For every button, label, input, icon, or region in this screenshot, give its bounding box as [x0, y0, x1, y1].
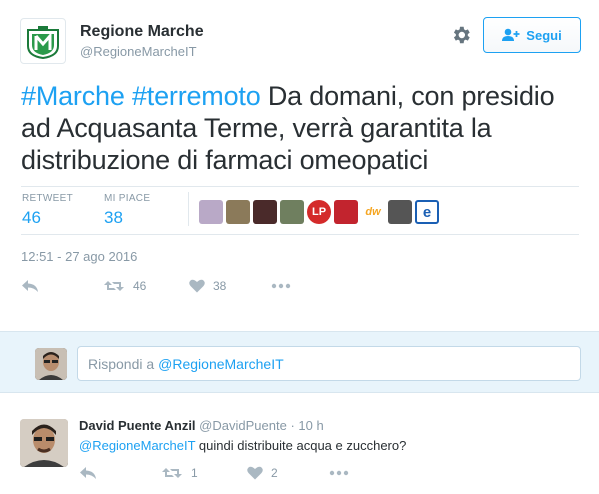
reply-tweet[interactable]: David Puente Anzil @DavidPuente · 10 h @…: [0, 403, 599, 494]
reply-like-count: 2: [271, 466, 278, 480]
reply-icon: [22, 280, 38, 292]
avatar-cat-icon[interactable]: [226, 200, 250, 224]
reply-time[interactable]: · 10 h: [290, 418, 323, 433]
avatar-logo-icon[interactable]: e: [415, 200, 439, 224]
retweet-action[interactable]: 46: [103, 279, 189, 293]
reply-reply-action[interactable]: [79, 466, 161, 480]
reply-more-action[interactable]: [329, 470, 349, 476]
like-stat-label: MI PIACE: [104, 193, 151, 204]
reply-author-name[interactable]: David Puente Anzil: [79, 418, 196, 433]
reply-action[interactable]: [21, 279, 103, 293]
reply-actions: 1 2: [79, 466, 349, 480]
tweet-card: Regione Marche @RegioneMarcheIT Segui #M…: [0, 0, 599, 330]
reply-prefix: Rispondi a: [88, 355, 155, 372]
author-handle[interactable]: @RegioneMarcheIT: [80, 44, 197, 59]
retweet-stat-value: 46: [22, 208, 41, 227]
current-user-avatar: [35, 348, 67, 380]
heart-icon: [189, 279, 205, 293]
add-user-icon: [502, 28, 520, 41]
stats-divider: [188, 192, 189, 226]
more-action[interactable]: [271, 283, 291, 289]
retweet-stat[interactable]: RETWEET 46: [22, 193, 73, 228]
avatar-photo-icon[interactable]: [199, 200, 223, 224]
hashtag-terremoto[interactable]: #terremoto: [132, 81, 261, 111]
liker-label: dw: [365, 206, 381, 218]
reply-icon: [80, 467, 96, 479]
reply-text-mention[interactable]: @RegioneMarcheIT: [79, 438, 195, 453]
like-stat-value: 38: [104, 208, 123, 227]
avatar-logo-icon[interactable]: dw: [361, 200, 385, 224]
retweet-count: 46: [133, 279, 147, 293]
avatar-logo-icon[interactable]: LP: [307, 200, 331, 224]
divider: [21, 234, 579, 235]
reply-text: @RegioneMarcheIT quindi distribuite acqu…: [79, 438, 406, 453]
more-icon: [329, 470, 349, 476]
follow-button[interactable]: Segui: [483, 17, 581, 53]
retweet-icon: [162, 468, 182, 478]
like-stat[interactable]: MI PIACE 38: [104, 193, 150, 228]
regione-marche-logo-icon: [27, 26, 59, 60]
heart-icon: [247, 466, 263, 480]
reply-mention: @RegioneMarcheIT: [158, 355, 284, 372]
follow-label: Segui: [526, 27, 562, 43]
reply-author-avatar[interactable]: [20, 419, 68, 467]
reply-input[interactable]: Rispondi a @RegioneMarcheIT: [77, 346, 581, 381]
avatar-photo-icon[interactable]: [253, 200, 277, 224]
tweet-text: #Marche #terremoto Da domani, con presid…: [21, 80, 581, 176]
like-action[interactable]: 38: [189, 279, 271, 293]
reply-retweet-action[interactable]: 1: [161, 466, 247, 480]
reply-retweet-count: 1: [191, 466, 198, 480]
hashtag-marche[interactable]: #Marche: [21, 81, 125, 111]
avatar-photo-icon[interactable]: [388, 200, 412, 224]
reply-header: David Puente Anzil @DavidPuente · 10 h: [79, 418, 324, 433]
author-name[interactable]: Regione Marche: [80, 23, 204, 41]
reply-author-handle[interactable]: @DavidPuente: [199, 418, 287, 433]
gear-icon[interactable]: [450, 24, 472, 46]
like-count: 38: [213, 279, 227, 293]
divider: [21, 186, 579, 187]
regione-marche-logo[interactable]: [20, 18, 66, 64]
reply-like-action[interactable]: 2: [247, 466, 329, 480]
avatar-photo-icon[interactable]: [334, 200, 358, 224]
avatar-photo-icon[interactable]: [280, 200, 304, 224]
reply-text-body: quindi distribuite acqua e zucchero?: [198, 438, 407, 453]
liker-label: e: [422, 203, 432, 221]
liker-label: LP: [311, 206, 327, 218]
retweet-stat-label: RETWEET: [22, 193, 73, 204]
reply-bar: Rispondi a @RegioneMarcheIT: [0, 331, 599, 393]
retweet-icon: [104, 281, 124, 291]
tweet-actions: 46 38: [21, 279, 291, 293]
more-icon: [271, 283, 291, 289]
likers-avatars: LP dw e: [199, 200, 439, 224]
tweet-timestamp[interactable]: 12:51 - 27 ago 2016: [21, 249, 137, 264]
